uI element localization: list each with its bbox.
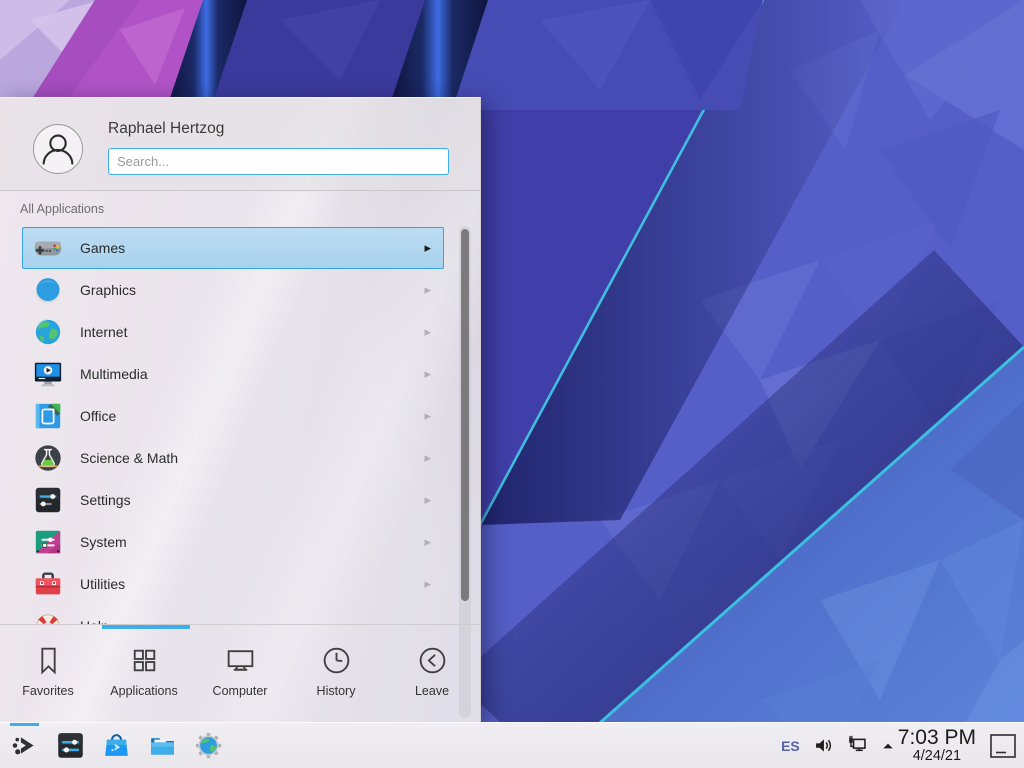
section-label: All Applications [20, 202, 104, 216]
menu-item-science-math[interactable]: Science & Math ▸ [22, 437, 444, 479]
network-icon[interactable] [847, 735, 868, 756]
search-input[interactable] [108, 148, 449, 175]
digital-clock[interactable]: 7:03 PM 4/24/21 [898, 727, 976, 763]
taskbar-file-manager[interactable] [148, 731, 177, 760]
menu-item-utilities[interactable]: Utilities ▸ [22, 563, 444, 605]
internet-icon [33, 317, 63, 347]
menu-item-internet[interactable]: Internet ▸ [22, 311, 444, 353]
active-tab-indicator [102, 625, 190, 629]
games-icon [33, 233, 63, 263]
system-icon [33, 527, 63, 557]
system-tray: ES [781, 735, 895, 756]
submenu-arrow-icon: ▸ [424, 240, 431, 256]
tab-history[interactable]: History [288, 625, 384, 722]
computer-icon [224, 644, 257, 677]
taskbar-launchers [0, 731, 223, 760]
multimedia-icon [33, 359, 63, 389]
scrollbar-thumb[interactable] [461, 229, 469, 601]
taskbar-application-launcher[interactable] [10, 731, 39, 760]
history-icon [320, 644, 353, 677]
tab-favorites[interactable]: Favorites [0, 625, 96, 722]
tab-applications[interactable]: Applications [96, 625, 192, 722]
expand-tray-icon[interactable] [881, 739, 895, 753]
menu-item-graphics[interactable]: Graphics ▸ [22, 269, 444, 311]
menu-item-help[interactable]: Help ▸ [22, 605, 444, 625]
clock-date: 4/24/21 [898, 749, 976, 764]
taskbar-panel: ES 7:03 PM 4/24/21 [0, 722, 1024, 768]
tab-leave[interactable]: Leave [384, 625, 480, 722]
systemsettings-icon [56, 731, 85, 760]
show-desktop-button[interactable] [989, 733, 1017, 759]
launcher-tab-bar: Favorites Applications Computer History … [0, 624, 480, 722]
application-category-list: Games ▸ Graphics ▸ Internet ▸ Multimedia… [0, 219, 480, 625]
submenu-arrow-icon: ▸ [424, 492, 431, 508]
submenu-arrow-icon: ▸ [424, 576, 431, 592]
menu-item-multimedia[interactable]: Multimedia ▸ [22, 353, 444, 395]
science-icon [33, 443, 63, 473]
volume-icon[interactable] [813, 735, 834, 756]
submenu-arrow-icon: ▸ [424, 366, 431, 382]
submenu-arrow-icon: ▸ [424, 450, 431, 466]
submenu-arrow-icon: ▸ [424, 408, 431, 424]
user-avatar[interactable] [33, 124, 83, 174]
user-name: Raphael Hertzog [108, 120, 224, 138]
taskbar-system-settings[interactable] [56, 731, 85, 760]
office-icon [33, 401, 63, 431]
launcher-header: Raphael Hertzog [0, 98, 480, 191]
utilities-icon [33, 569, 63, 599]
taskbar-discover[interactable] [102, 731, 131, 760]
discover-icon [102, 731, 131, 760]
menu-item-office[interactable]: Office ▸ [22, 395, 444, 437]
keyboard-layout-indicator[interactable]: ES [781, 738, 800, 754]
help-icon [33, 611, 63, 625]
leave-icon [416, 644, 449, 677]
taskbar-web-browser[interactable] [194, 731, 223, 760]
dolphin-icon [148, 731, 177, 760]
clock-time: 7:03 PM [898, 727, 976, 748]
application-launcher-menu: Raphael Hertzog All Applications Games ▸… [0, 97, 481, 722]
submenu-arrow-icon: ▸ [424, 534, 431, 550]
tab-computer[interactable]: Computer [192, 625, 288, 722]
browser-icon [194, 731, 223, 760]
submenu-arrow-icon: ▸ [424, 282, 431, 298]
settings-icon [33, 485, 63, 515]
menu-item-games[interactable]: Games ▸ [22, 227, 444, 269]
favorites-icon [32, 644, 65, 677]
graphics-icon [33, 275, 63, 305]
menu-item-system[interactable]: System ▸ [22, 521, 444, 563]
applications-icon [128, 644, 161, 677]
kickoff-icon [10, 731, 39, 760]
menu-item-settings[interactable]: Settings ▸ [22, 479, 444, 521]
active-task-indicator [10, 723, 39, 726]
desktop: { "accent_color": "#3daee9", "launcher":… [0, 0, 1024, 768]
submenu-arrow-icon: ▸ [424, 324, 431, 340]
